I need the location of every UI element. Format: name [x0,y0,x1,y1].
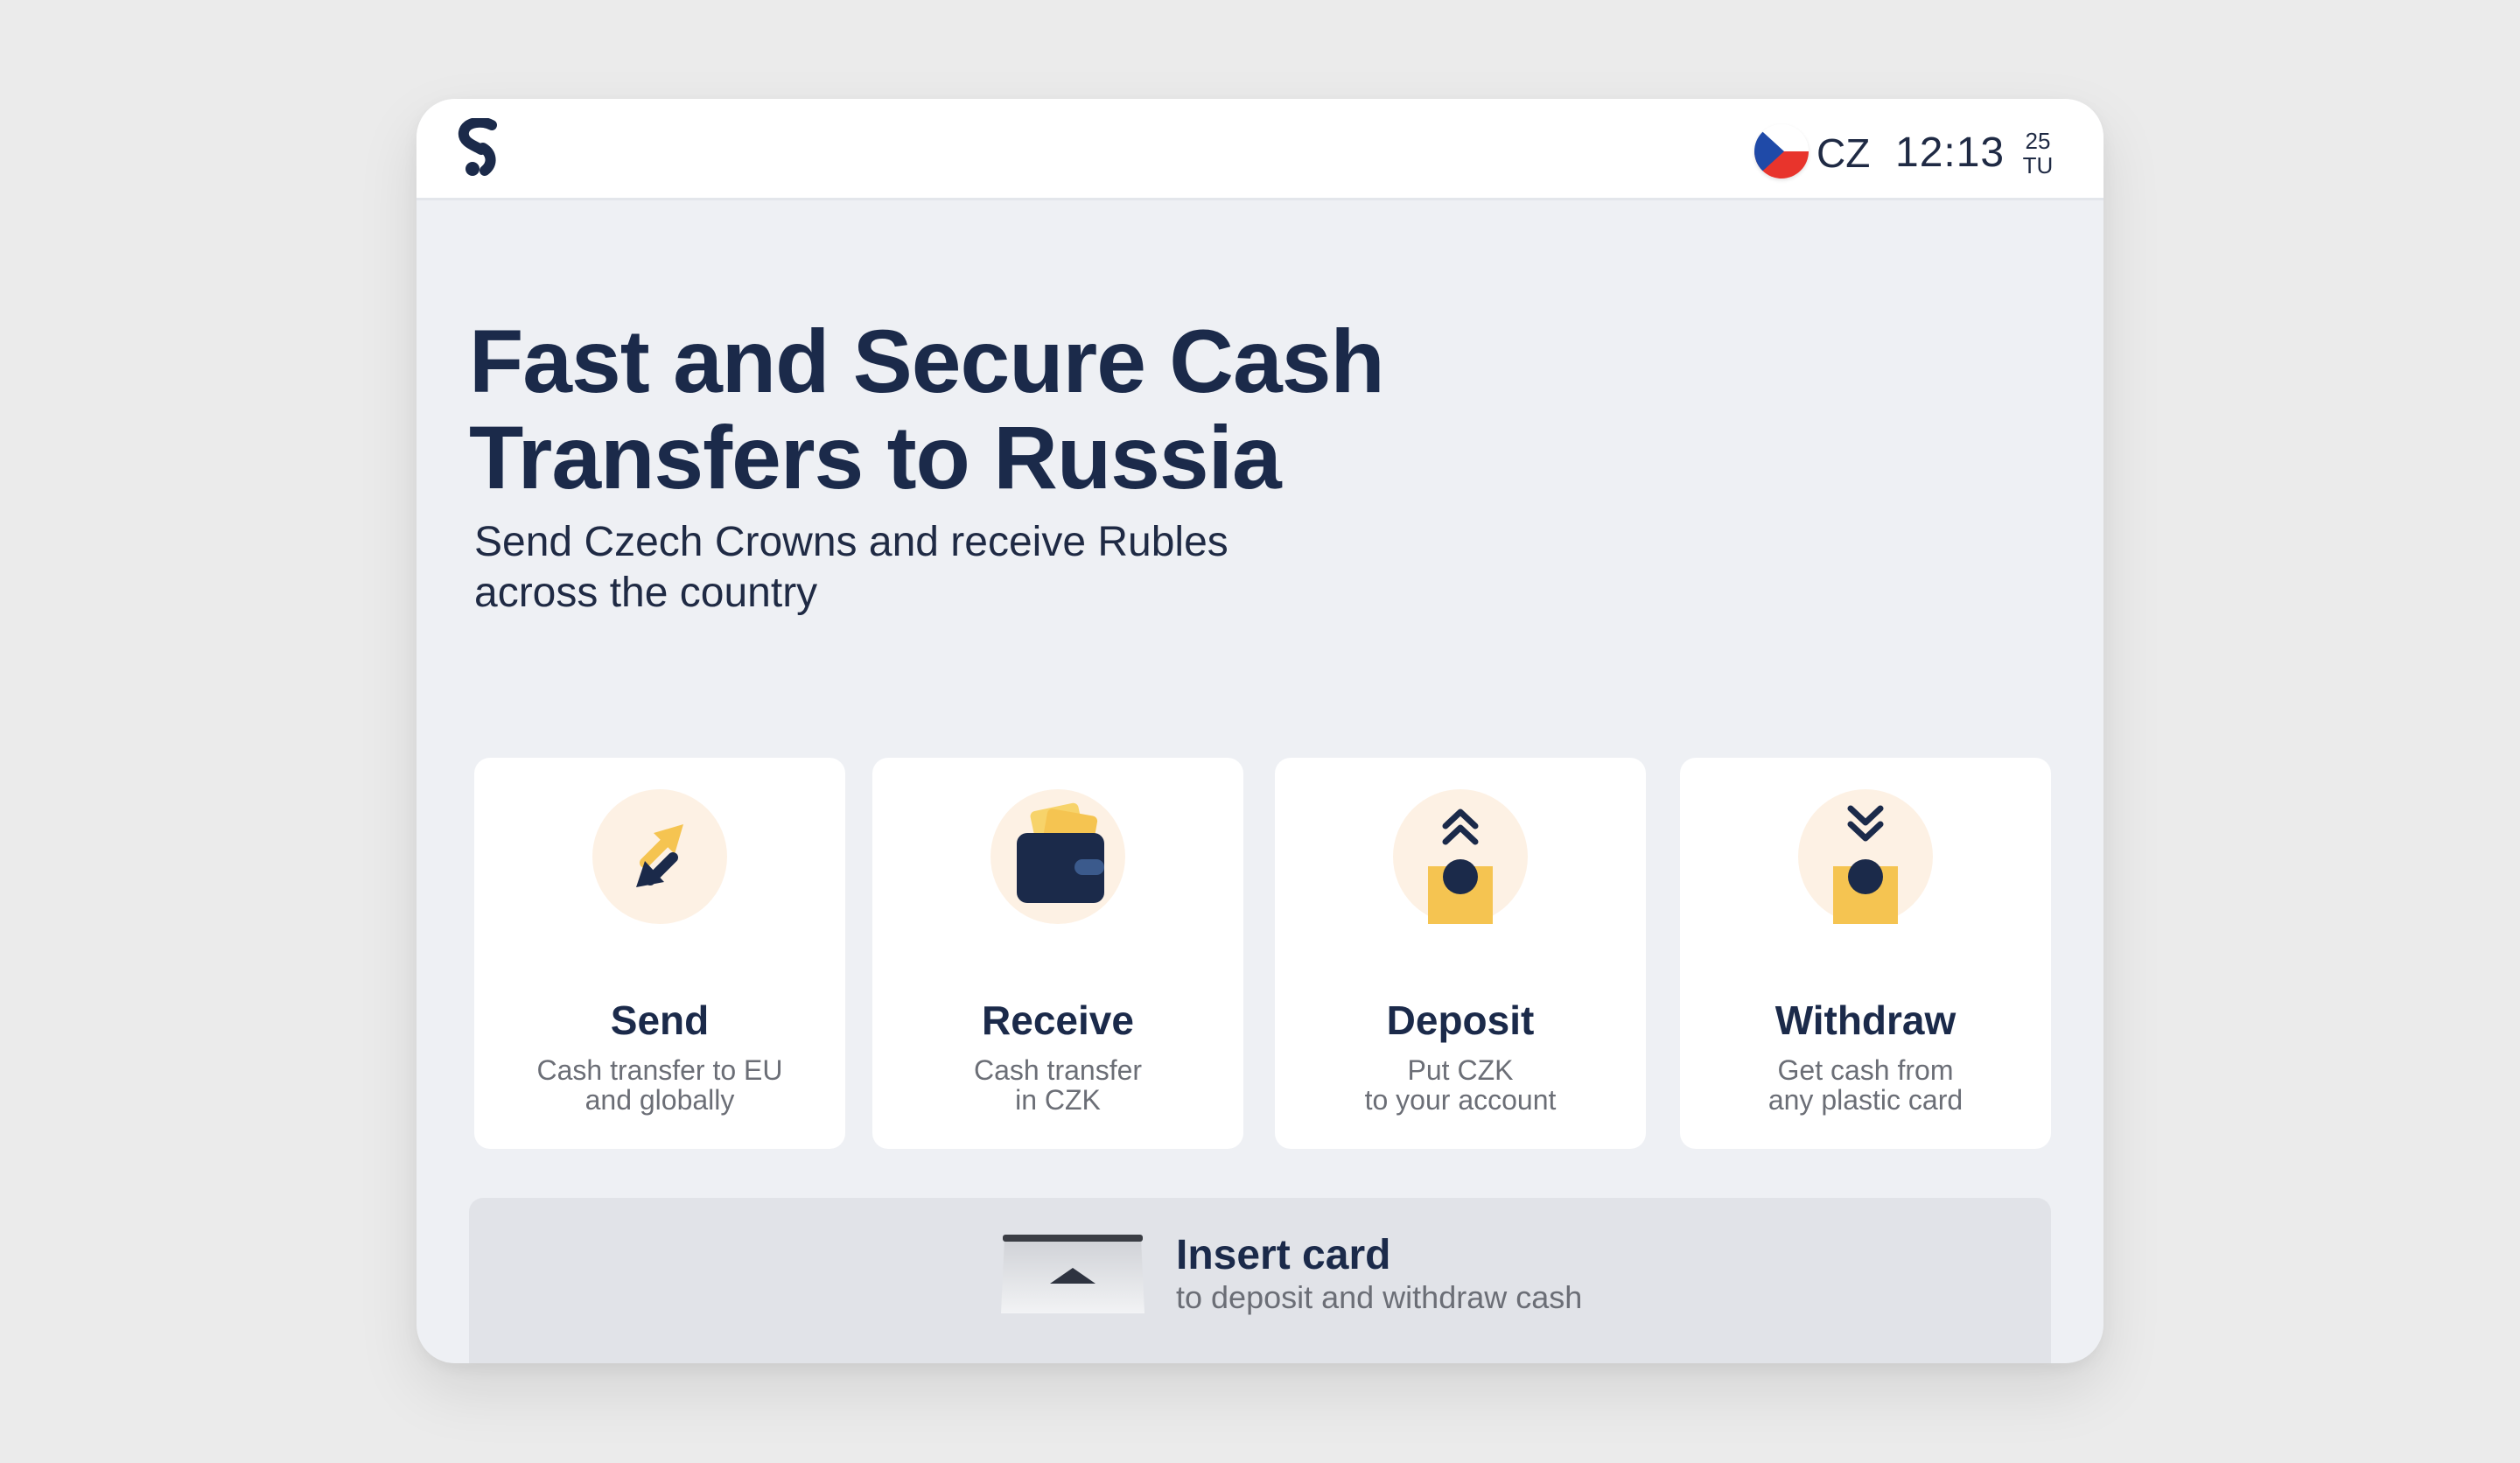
receive-card[interactable]: Receive Cash transfer in CZK [872,758,1243,1149]
czech-flag-icon[interactable] [1754,124,1809,178]
s-logo-icon [458,118,497,176]
date-day: 25 [2025,128,2051,154]
send-title: Send [610,998,710,1043]
withdraw-icon [1798,789,1933,924]
deposit-title: Deposit [1386,998,1535,1043]
language-selector[interactable]: CZ [1816,129,1870,178]
receive-description: Cash transfer in CZK [973,1054,1143,1116]
deposit-icon [1393,789,1528,924]
kiosk-screen: CZ 12:13 25 TU Fast and Secure Cash Tran… [416,99,2104,1363]
send-card[interactable]: Send Cash transfer to EU and globally [474,758,845,1149]
withdraw-title: Withdraw [1774,998,1956,1043]
withdraw-description: Get cash from any plastic card [1768,1054,1964,1116]
clock: 12:13 [1895,130,2006,176]
card-slot-icon [1001,1235,1144,1313]
page-subtitle: Send Czech Crowns and receive Rubles acr… [474,519,1228,616]
date-weekday: TU [2022,152,2054,178]
insert-card-subtitle: to deposit and withdraw cash [1176,1279,1583,1315]
deposit-card[interactable]: Deposit Put CZK to your account [1275,758,1646,1149]
page-title: Fast and Secure Cash Transfers to Russia [469,312,1385,508]
receive-title: Receive [982,998,1134,1043]
insert-card-title: Insert card [1176,1232,1391,1278]
send-description: Cash transfer to EU and globally [536,1054,783,1116]
insert-card-panel[interactable]: Insert card to deposit and withdraw cash [469,1198,2051,1363]
deposit-description: Put CZK to your account [1364,1054,1557,1116]
withdraw-card[interactable]: Withdraw Get cash from any plastic card [1680,758,2051,1149]
top-bar: CZ 12:13 25 TU [416,99,2104,200]
wallet-icon [990,789,1125,924]
send-arrows-icon [592,789,727,924]
